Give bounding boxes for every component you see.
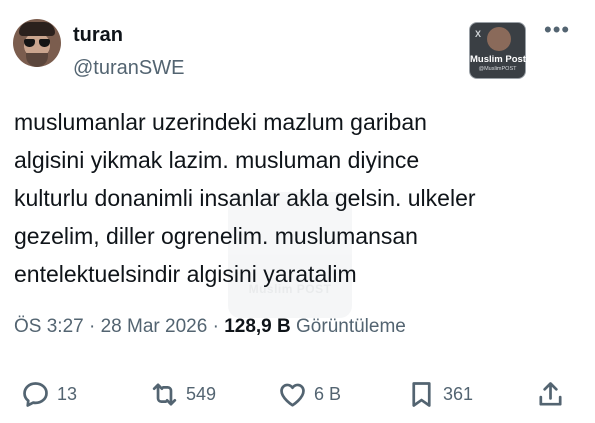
action-bar: 13 549 6 B 361 bbox=[0, 374, 595, 414]
badge-face bbox=[487, 27, 511, 51]
author-name[interactable]: turan bbox=[73, 24, 123, 47]
avatar-hair bbox=[19, 22, 55, 36]
badge-title: Muslim Post bbox=[470, 54, 526, 65]
repost-count: 549 bbox=[186, 383, 217, 404]
like-count: 6 B bbox=[314, 383, 342, 404]
reply-icon bbox=[23, 381, 48, 407]
avatar-glasses bbox=[24, 39, 50, 47]
reply-count: 13 bbox=[57, 383, 78, 404]
repost-icon bbox=[152, 382, 177, 406]
bookmark-button[interactable]: 361 bbox=[406, 374, 473, 414]
like-button[interactable]: 6 B bbox=[277, 374, 341, 414]
views-count: 128,9 B bbox=[224, 316, 291, 337]
badge-subtitle: @MuslimPOST bbox=[478, 66, 517, 72]
share-icon bbox=[539, 381, 562, 406]
tweet-meta: ÖS 3:27 · 28 Mar 2026 · 128,9 B Görüntül… bbox=[14, 316, 406, 338]
meta-separator: · bbox=[89, 316, 96, 337]
reply-button[interactable]: 13 bbox=[20, 374, 77, 414]
tweet-time[interactable]: ÖS 3:27 bbox=[14, 316, 84, 337]
x-logo-icon: X bbox=[475, 29, 482, 39]
author-handle[interactable]: @turanSWE bbox=[73, 57, 184, 80]
muslim-post-badge[interactable]: X Muslim Post @MuslimPOST bbox=[469, 22, 526, 79]
avatar[interactable] bbox=[13, 19, 61, 67]
meta-separator: · bbox=[212, 316, 219, 337]
share-button[interactable] bbox=[535, 374, 566, 414]
bookmark-count: 361 bbox=[443, 383, 474, 404]
tweet-text: muslumanlar uzerindeki mazlum gariban al… bbox=[14, 109, 476, 287]
tweet-date[interactable]: 28 Mar 2026 bbox=[101, 316, 208, 337]
repost-button[interactable]: 549 bbox=[149, 374, 216, 414]
views-label: Görüntüleme bbox=[296, 316, 406, 337]
avatar-beard bbox=[26, 53, 48, 67]
heart-icon bbox=[280, 383, 305, 407]
more-icon[interactable]: ••• bbox=[544, 19, 570, 41]
bookmark-icon bbox=[412, 381, 431, 407]
